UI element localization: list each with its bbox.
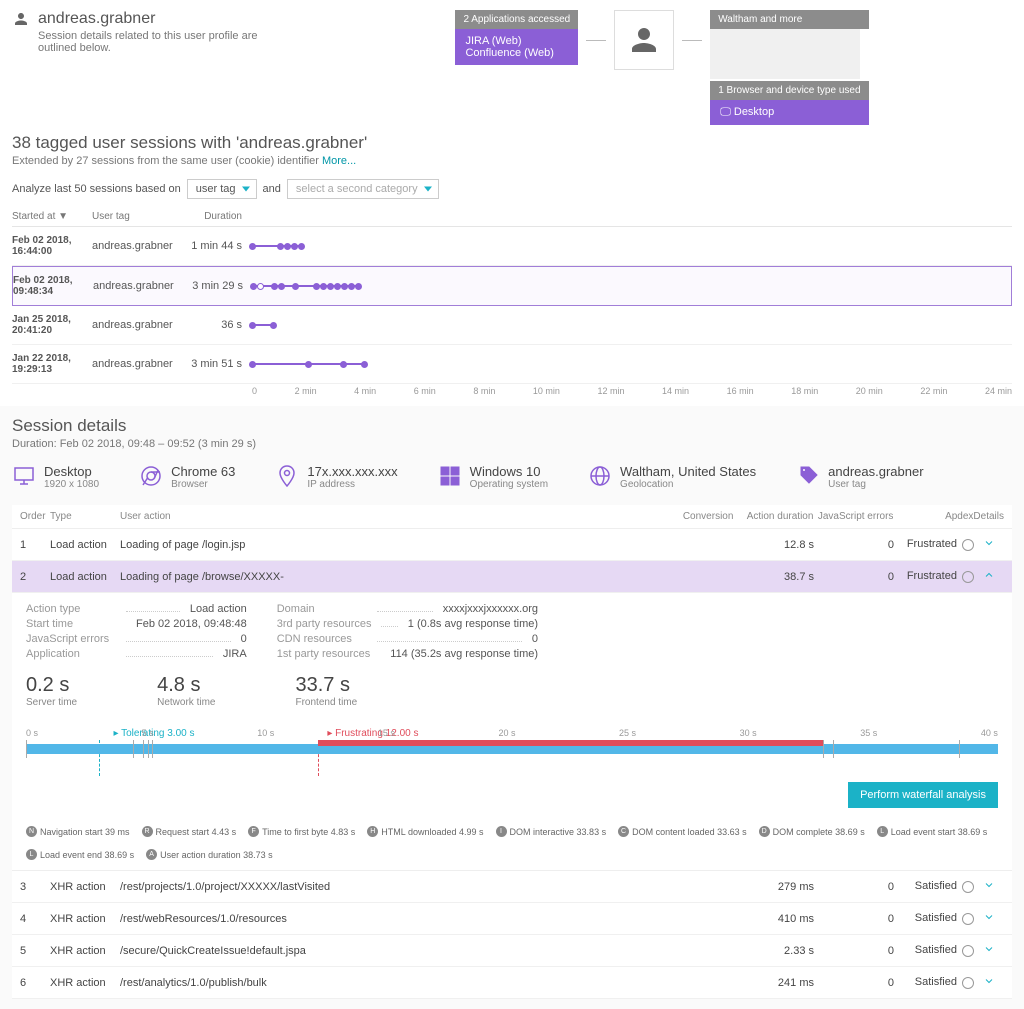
sessions-title: 38 tagged user sessions with 'andreas.gr… (0, 125, 1024, 155)
info-chrome: Chrome 63Browser (139, 464, 235, 491)
col-conv: Conversion (673, 511, 733, 522)
action-row[interactable]: 4 XHR action /rest/webResources/1.0/reso… (12, 903, 1012, 935)
chevron-down-icon[interactable] (983, 537, 995, 549)
windows-icon (438, 464, 462, 491)
action-row[interactable]: 1 Load action Loading of page /login.jsp… (12, 529, 1012, 561)
timeline-marker: AUser action duration 38.73 s (146, 849, 273, 860)
page-subtitle: Session details related to this user pro… (38, 30, 292, 54)
face-icon (962, 913, 974, 925)
info-windows: Windows 10Operating system (438, 464, 548, 491)
world-map[interactable] (710, 29, 860, 79)
action-row[interactable]: 5 XHR action /secure/QuickCreateIssue!de… (12, 935, 1012, 967)
col-dur: Action duration (733, 511, 813, 522)
chrome-icon (139, 464, 163, 491)
more-link[interactable]: More... (322, 155, 356, 167)
col-duration[interactable]: Duration (182, 211, 242, 222)
timeline-marker: IDOM interactive 33.83 s (496, 826, 607, 837)
col-details: Details (973, 511, 1004, 522)
category-1-dropdown[interactable]: user tag (187, 179, 257, 199)
timeline-marker: RRequest start 4.43 s (142, 826, 237, 837)
details-title: Session details (12, 416, 1012, 436)
details-duration: Duration: Feb 02 2018, 09:48 – 09:52 (3 … (12, 438, 1012, 450)
chevron-down-icon[interactable] (983, 975, 995, 987)
time-axis: 02 min4 min6 min8 min10 min12 min14 min1… (242, 386, 1012, 396)
connector (682, 40, 702, 41)
action-row[interactable]: 3 XHR action /rest/projects/1.0/project/… (12, 871, 1012, 903)
session-mini-chart (252, 356, 1012, 372)
action-row[interactable]: 2 Load action Loading of page /browse/XX… (12, 561, 1012, 593)
analyze-bar: Analyze last 50 sessions based on user t… (0, 175, 1024, 207)
col-usertag[interactable]: User tag (92, 211, 182, 222)
page-title: andreas.grabner (12, 10, 292, 28)
sessions-table: Started at ▼ User tag Duration Feb 02 20… (0, 207, 1024, 402)
info-monitor: Desktop1920 x 1080 (12, 464, 99, 491)
session-mini-chart (252, 238, 1012, 254)
user-icon (12, 10, 30, 28)
face-icon (962, 539, 974, 551)
chevron-down-icon[interactable] (983, 879, 995, 891)
session-row[interactable]: Jan 25 2018, 20:41:20 andreas.grabner 36… (12, 306, 1012, 345)
pin-icon (275, 464, 299, 491)
sessions-subtitle: Extended by 27 sessions from the same us… (0, 155, 1024, 175)
chevron-down-icon[interactable] (983, 943, 995, 955)
action-row[interactable]: 6 XHR action /rest/analytics/1.0/publish… (12, 967, 1012, 999)
col-started[interactable]: Started at ▼ (12, 211, 92, 222)
timeline-marker: LLoad event start 38.69 s (877, 826, 988, 837)
user-node[interactable] (614, 10, 674, 70)
browser-header: 1 Browser and device type used (710, 81, 868, 100)
face-icon (962, 945, 974, 957)
category-2-dropdown[interactable]: select a second category (287, 179, 439, 199)
col-type: Type (50, 511, 120, 522)
tag-icon (796, 464, 820, 491)
col-apdex: Apdex (893, 511, 973, 522)
session-row[interactable]: Feb 02 2018, 16:44:00 andreas.grabner 1 … (12, 227, 1012, 266)
chevron-up-icon[interactable] (983, 569, 995, 581)
timeline-marker: FTime to first byte 4.83 s (248, 826, 355, 837)
face-icon (962, 977, 974, 989)
timeline-marker: LLoad event end 38.69 s (26, 849, 134, 860)
face-icon (962, 571, 974, 583)
waterfall-button[interactable]: Perform waterfall analysis (848, 782, 998, 808)
col-action: User action (120, 511, 673, 522)
session-mini-chart (253, 278, 1011, 294)
action-timeline: 0 s5 s10 s15 s20 s25 s30 s35 s40 s (26, 728, 998, 766)
session-details-panel: Session details Duration: Feb 02 2018, 0… (0, 406, 1024, 1009)
session-row[interactable]: Jan 22 2018, 19:29:13 andreas.grabner 3 … (12, 345, 1012, 384)
apps-box[interactable]: JIRA (Web) Confluence (Web) (455, 29, 578, 65)
browser-box[interactable]: 🖵 Desktop (710, 100, 868, 125)
monitor-icon (12, 464, 36, 491)
chevron-down-icon[interactable] (983, 911, 995, 923)
globe-icon (588, 464, 612, 491)
face-icon (962, 881, 974, 893)
timeline-marker: HHTML downloaded 4.99 s (367, 826, 483, 837)
action-expanded-panel: Action typeLoad actionStart timeFeb 02 2… (12, 593, 1012, 871)
actions-table: Order Type User action Conversion Action… (12, 505, 1012, 999)
user-avatar-icon (626, 22, 662, 58)
user-name: andreas.grabner (38, 10, 155, 28)
apps-header: 2 Applications accessed (455, 10, 578, 29)
connector (586, 40, 606, 41)
info-globe: Waltham, United StatesGeolocation (588, 464, 756, 491)
monitor-icon: 🖵 (720, 106, 734, 118)
timeline-marker: DDOM complete 38.69 s (759, 826, 865, 837)
col-js: JavaScript errors (813, 511, 893, 522)
region-header: Waltham and more (710, 10, 868, 29)
timeline-marker: CDOM content loaded 33.63 s (618, 826, 747, 837)
timeline-marker: NNavigation start 39 ms (26, 826, 130, 837)
info-pin: 17x.xxx.xxx.xxxIP address (275, 464, 397, 491)
topology-diagram: 2 Applications accessed JIRA (Web) Confl… (312, 10, 1012, 125)
col-order: Order (20, 511, 50, 522)
session-row[interactable]: Feb 02 2018, 09:48:34 andreas.grabner 3 … (12, 266, 1012, 306)
info-tag: andreas.grabnerUser tag (796, 464, 923, 491)
session-mini-chart (252, 317, 1012, 333)
